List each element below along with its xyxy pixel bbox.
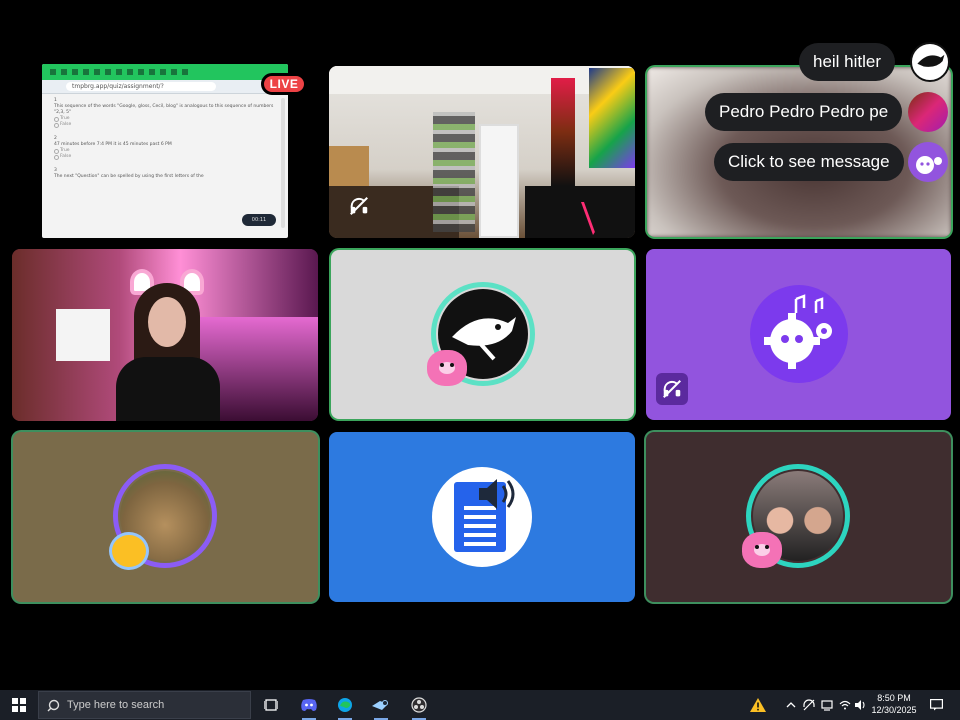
chat-message-3[interactable]: Click to see message [714,143,904,181]
avatar-tile-prairie-dogs[interactable] [13,432,318,602]
clock-time: 8:50 PM [877,693,911,703]
anime-avatar-icon [908,92,948,132]
question-3: 3 The next "Question" can be spelled by … [54,168,204,179]
shark-avatar-icon [910,42,950,82]
taskbar-clock[interactable]: 8:50 PM 12/30/2025 [862,692,926,716]
browser-address-bar: tmpbrg.app/quiz/assignment/? [42,80,288,94]
avatar-tile-friends[interactable] [646,432,951,602]
video-tile-webcam-2[interactable] [12,249,318,421]
edge-icon[interactable] [326,690,364,720]
avatar-tile-bot[interactable] [646,249,951,420]
question-2: 2 47 minutes before 7:4 PM it is 45 minu… [54,136,276,160]
network-icon[interactable] [818,690,836,720]
search-icon [47,699,60,712]
chevron-up-icon[interactable] [782,690,800,720]
taskbar-search-box[interactable]: Type here to search [38,691,251,719]
live-badge: LIVE [261,73,307,95]
quiz-document: 1 This sequence of the words "Google, gl… [54,98,276,234]
globe-badge-icon [109,532,149,570]
question-1: 1 This sequence of the words "Google, gl… [54,98,276,128]
video-tile-room[interactable] [329,66,635,238]
speaker-icon [479,479,515,509]
gear-bot-avatar-icon [908,142,948,182]
headset-icon[interactable] [800,690,818,720]
windows-start-icon[interactable] [0,690,38,720]
url-field: tmpbrg.app/quiz/assignment/? [66,82,216,91]
warning-icon[interactable] [746,690,770,720]
donut-badge-icon [427,350,467,386]
clock-date: 12/30/2025 [871,705,917,715]
steam-icon[interactable] [362,690,400,720]
deafened-icon [343,190,375,222]
screen-share-tile[interactable]: tmpbrg.app/quiz/assignment/? 1 This sequ… [42,64,288,238]
streamer-person [108,269,228,421]
avatar-tile-tts[interactable] [329,432,635,602]
stream-timer-pill: 00:11 [242,214,276,226]
notifications-icon[interactable] [926,690,946,720]
windows-taskbar: Type here to search 8:50 PM 12/30/2025 [0,690,960,720]
chat-message-2[interactable]: Pedro Pedro Pedro pe [705,93,903,131]
gear-bot-avatar-icon [750,285,848,383]
deafened-icon [656,373,688,405]
search-placeholder: Type here to search [67,699,165,711]
doc-scrollbar [281,98,285,228]
donut-badge-icon [742,532,782,568]
avatar-tile-shark[interactable] [331,250,634,419]
discord-icon[interactable] [290,690,328,720]
task-view-icon[interactable] [252,690,290,720]
chat-message-1[interactable]: heil hitler [799,43,896,81]
obs-icon[interactable] [400,690,438,720]
browser-tab-bar [42,64,288,80]
